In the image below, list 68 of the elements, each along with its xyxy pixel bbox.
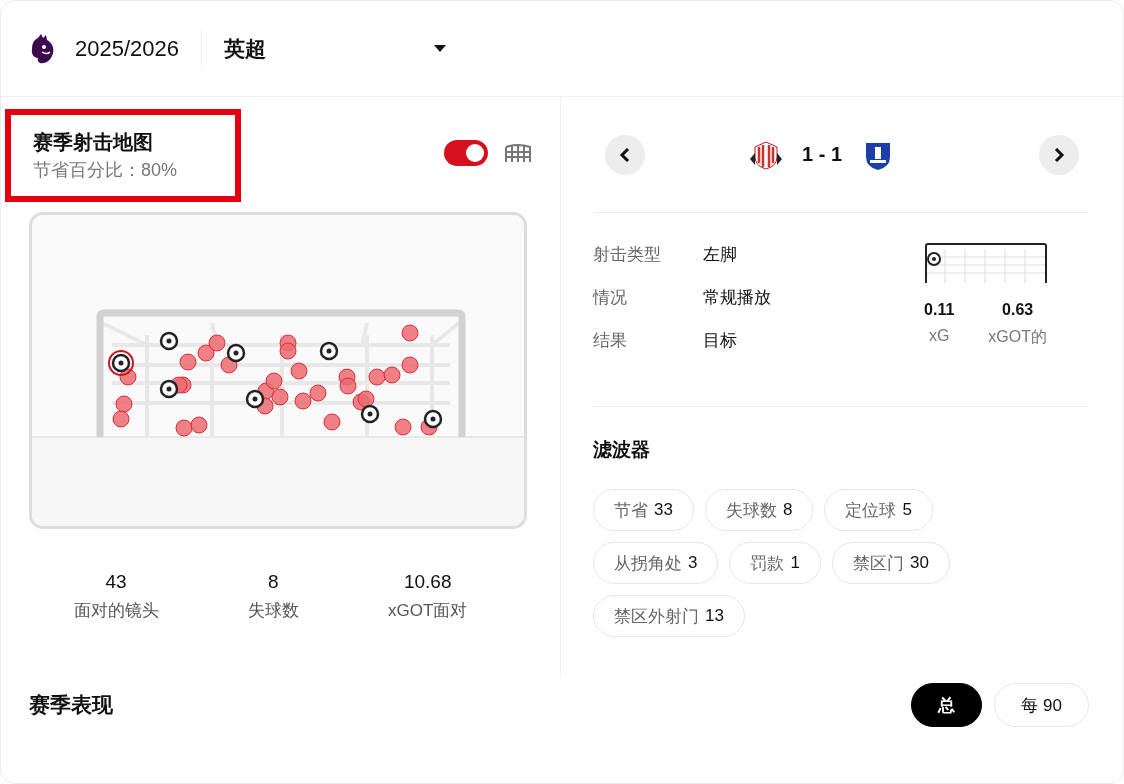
filter-chip[interactable]: 失球数 8 (704, 489, 814, 531)
filter-chip[interactable]: 定位球 5 (824, 489, 933, 531)
ball-icon (319, 341, 339, 361)
xg-label: xGOT的 (988, 327, 1047, 347)
league-lion-icon (29, 33, 55, 64)
shot-marker (339, 377, 357, 395)
shot-marker (401, 324, 419, 342)
ball-icon (226, 343, 246, 363)
stat-label: 面对的镜头 (73, 600, 159, 622)
ball-icon (159, 379, 179, 399)
season-label: 2025/2026 (75, 28, 202, 69)
section-title: 赛季表现 (29, 692, 113, 718)
next-button[interactable] (1039, 134, 1079, 175)
mode-tab[interactable]: 总 (911, 683, 983, 727)
previous-button[interactable] (605, 134, 645, 175)
stat-value: 8 (268, 571, 279, 593)
detail-value: 目标 (703, 330, 737, 352)
ball-icon (360, 404, 380, 424)
shot-marker (323, 413, 341, 431)
ball-icon (423, 409, 443, 429)
shot-marker (265, 372, 283, 390)
shot-marker (290, 362, 308, 380)
ball-icon (159, 331, 179, 351)
shot-marker (190, 416, 208, 434)
detail-value: 左脚 (703, 244, 737, 266)
shot-marker (394, 418, 412, 436)
ball-icon (245, 389, 265, 409)
xg-value: 0.11 (924, 301, 955, 319)
chevron-left-icon (619, 147, 631, 162)
shot-marker (175, 419, 193, 437)
xg-value: 0.63 (1002, 301, 1034, 319)
shot-marker (179, 353, 197, 371)
filter-chip[interactable]: 罚款 1 (729, 542, 821, 584)
shot-marker (368, 368, 386, 386)
xg-label: xG (928, 327, 950, 345)
competition-dropdown[interactable]: 英超 (224, 34, 424, 63)
shot-marker (197, 344, 215, 362)
detail-value: 常规播放 (703, 287, 771, 309)
stat-label: xGOT面对 (388, 600, 468, 622)
shot-marker (309, 384, 327, 402)
stat-value: 10.68 (403, 571, 452, 593)
toggle-switch[interactable] (444, 140, 488, 166)
mode-tab[interactable]: 每 90 (994, 683, 1089, 727)
shot-marker (208, 334, 226, 352)
shot-marker (294, 392, 312, 410)
shot-marker (357, 390, 375, 408)
filter-chip[interactable]: 节省 33 (593, 489, 694, 531)
stat-value: 43 (105, 571, 127, 593)
shot-marker (112, 410, 130, 428)
shot-marker (401, 356, 419, 374)
stat-label: 失球数 (247, 600, 299, 622)
section-title: 赛季射击地图 (33, 130, 154, 155)
detail-label: 结果 (593, 330, 628, 352)
shot-marker (271, 388, 289, 406)
match-score: 1 - 1 (802, 143, 842, 166)
caret-icon (434, 44, 446, 53)
detail-label: 射击类型 (593, 244, 662, 266)
shot-marker (383, 366, 401, 384)
filters-title: 滤波器 (593, 438, 651, 462)
save-percentage: 节省百分比：80% (33, 159, 179, 182)
detail-label: 情况 (593, 287, 628, 309)
chevron-right-icon (1053, 147, 1065, 162)
shot-marker (279, 342, 297, 360)
filter-chip[interactable]: 禁区外射门 13 (593, 595, 745, 637)
shot-marker (115, 395, 133, 413)
filter-chip[interactable]: 禁区门 30 (831, 542, 950, 584)
goal-net-icon (504, 143, 532, 163)
filter-chip[interactable]: 从拐角处 3 (593, 542, 719, 584)
